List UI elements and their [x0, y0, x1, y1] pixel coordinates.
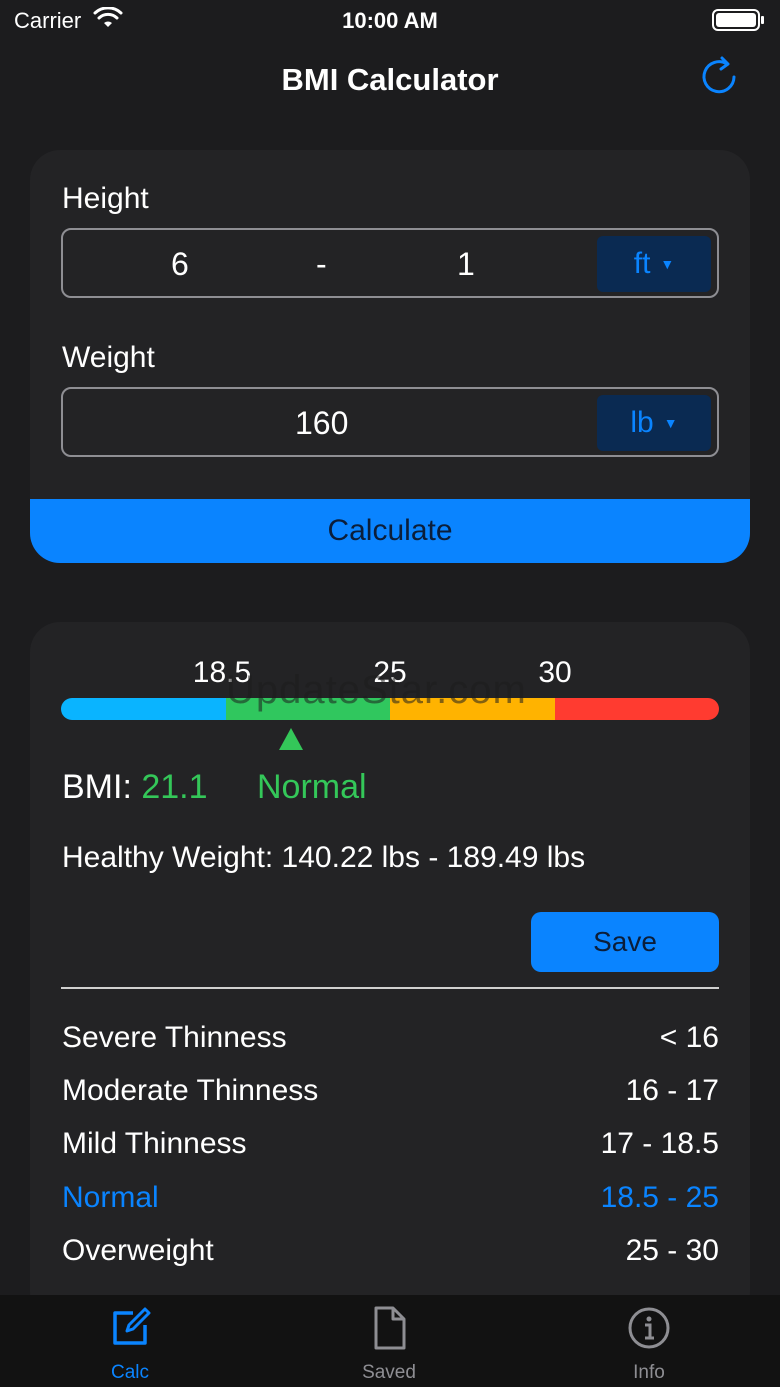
- tab-bar: Calc Saved Info: [0, 1295, 780, 1387]
- category-range: 18.5 - 25: [600, 1181, 719, 1214]
- category-row: Severe Thinness < 16: [62, 1021, 719, 1061]
- weight-unit-dropdown[interactable]: lb ▼: [597, 395, 711, 451]
- category-name: Moderate Thinness: [62, 1074, 319, 1107]
- info-icon: [628, 1307, 670, 1349]
- bmi-status: Normal: [257, 768, 367, 806]
- height-unit-label: ft: [633, 247, 651, 280]
- height-inches-input[interactable]: 1: [457, 246, 475, 283]
- weight-unit-label: lb: [630, 406, 654, 439]
- battery-icon: [712, 9, 764, 31]
- category-range: 25 - 30: [625, 1234, 719, 1267]
- divider: [61, 987, 719, 989]
- page-title: BMI Calculator: [281, 62, 499, 97]
- tab-saved[interactable]: Saved: [319, 1295, 459, 1387]
- caret-down-icon: ▼: [660, 256, 675, 272]
- height-label: Height: [62, 182, 149, 215]
- weight-label: Weight: [62, 341, 155, 374]
- bmi-readout: BMI: 21.1: [62, 768, 208, 807]
- caret-down-icon: ▼: [663, 415, 678, 431]
- watermark: UpdateStar.com: [226, 668, 527, 712]
- category-name: Overweight: [62, 1234, 214, 1267]
- category-range: 16 - 17: [625, 1074, 719, 1107]
- category-row: Mild Thinness 17 - 18.5: [62, 1127, 719, 1167]
- clock: 10:00 AM: [342, 8, 438, 33]
- tab-label: Saved: [362, 1362, 416, 1383]
- calculate-button[interactable]: Calculate: [30, 499, 750, 563]
- category-range: 17 - 18.5: [600, 1127, 719, 1160]
- category-name: Mild Thinness: [62, 1127, 247, 1160]
- bmi-label: BMI:: [62, 768, 132, 806]
- bmi-value: 21.1: [141, 768, 208, 806]
- tab-calc[interactable]: Calc: [60, 1295, 200, 1387]
- category-name: Severe Thinness: [62, 1021, 287, 1054]
- document-icon: [374, 1306, 406, 1350]
- scale-tick: 30: [538, 656, 572, 689]
- height-unit-dropdown[interactable]: ft ▼: [597, 236, 711, 292]
- category-range: < 16: [659, 1021, 719, 1054]
- status-bar: Carrier 10:00 AM: [0, 0, 780, 44]
- save-button[interactable]: Save: [531, 912, 719, 972]
- navigation-bar: BMI Calculator: [0, 44, 780, 132]
- edit-icon: [113, 1307, 151, 1345]
- bmi-marker-icon: [279, 728, 303, 750]
- weight-field: 160 lb ▼: [61, 387, 719, 457]
- tab-info[interactable]: Info: [579, 1295, 719, 1387]
- category-row-active: Normal 18.5 - 25: [62, 1181, 719, 1221]
- scale-segment-underweight: [61, 698, 226, 720]
- weight-input[interactable]: 160: [295, 405, 348, 442]
- tab-label: Info: [633, 1362, 665, 1383]
- category-name: Normal: [62, 1181, 159, 1214]
- category-row: Moderate Thinness 16 - 17: [62, 1074, 719, 1114]
- height-feet-input[interactable]: 6: [171, 246, 189, 283]
- tab-label: Calc: [110, 1362, 149, 1383]
- height-field: 6 - 1 ft ▼: [61, 228, 719, 298]
- scale-segment-obese: [555, 698, 719, 720]
- height-separator: -: [316, 246, 327, 282]
- category-row: Overweight 25 - 30: [62, 1234, 719, 1274]
- refresh-icon[interactable]: [696, 54, 742, 100]
- healthy-weight: Healthy Weight: 140.22 lbs - 189.49 lbs: [62, 841, 586, 874]
